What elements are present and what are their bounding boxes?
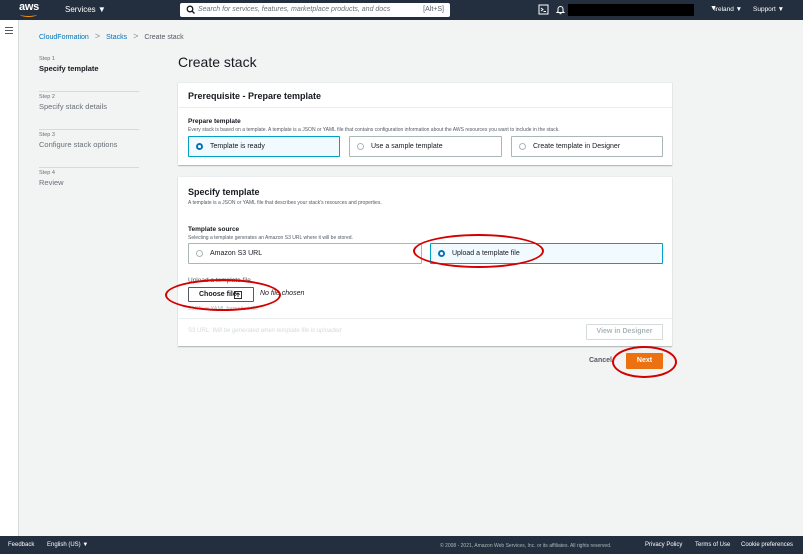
specify-template-description: A template is a JSON or YAML file that d… bbox=[188, 200, 382, 206]
breadcrumb-stacks[interactable]: Stacks bbox=[106, 34, 127, 41]
option-label: Template is ready bbox=[210, 143, 265, 150]
step-number: Step 4 bbox=[39, 170, 55, 176]
search-bar[interactable]: Search for services, features, marketpla… bbox=[180, 3, 450, 17]
breadcrumb-current: Create stack bbox=[144, 34, 184, 41]
step-number: Step 1 bbox=[39, 56, 55, 62]
step-name: Specify template bbox=[39, 64, 99, 73]
prepare-template-description: Every stack is based on a template. A te… bbox=[188, 127, 560, 133]
step-number: Step 3 bbox=[39, 132, 55, 138]
file-format-hint: JSON or YAML formatted file bbox=[188, 306, 259, 312]
step-3: Step 3 Configure stack options bbox=[39, 132, 139, 168]
cookie-preferences-link[interactable]: Cookie preferences bbox=[741, 542, 793, 548]
privacy-policy-link[interactable]: Privacy Policy bbox=[645, 542, 682, 548]
cancel-button[interactable]: Cancel bbox=[589, 357, 612, 364]
step-name: Configure stack options bbox=[39, 140, 118, 149]
option-label: Create template in Designer bbox=[533, 143, 621, 150]
aws-logo[interactable]: aws bbox=[18, 1, 40, 17]
side-navigation bbox=[0, 20, 19, 536]
option-label: Amazon S3 URL bbox=[210, 250, 263, 257]
support-menu[interactable]: Support ▼ bbox=[753, 6, 784, 13]
option-amazon-s3-url[interactable]: Amazon S3 URL bbox=[188, 243, 422, 264]
footer: Feedback English (US) ▼ © 2008 - 2021, A… bbox=[0, 536, 803, 554]
option-label: Use a sample template bbox=[371, 143, 443, 150]
radio-icon bbox=[196, 250, 203, 257]
aws-smile-icon bbox=[20, 12, 37, 17]
upload-icon bbox=[234, 291, 242, 299]
step-4: Step 4 Review bbox=[39, 170, 139, 206]
search-placeholder: Search for services, features, marketpla… bbox=[198, 6, 391, 13]
account-menu-redacted[interactable] bbox=[568, 4, 694, 16]
bell-icon[interactable] bbox=[555, 4, 566, 15]
language-selector[interactable]: English (US) ▼ bbox=[47, 542, 88, 548]
template-source-description: Selecting a template generates an Amazon… bbox=[188, 235, 353, 241]
radio-selected-icon bbox=[196, 143, 203, 150]
specify-template-header: Specify template bbox=[188, 187, 260, 197]
hamburger-menu-icon[interactable] bbox=[5, 27, 13, 34]
terms-of-use-link[interactable]: Terms of Use bbox=[695, 542, 730, 548]
radio-icon bbox=[519, 143, 526, 150]
cloudshell-icon[interactable] bbox=[538, 4, 549, 15]
prerequisite-header: Prerequisite - Prepare template bbox=[178, 83, 672, 108]
prepare-template-label: Prepare template bbox=[188, 118, 241, 125]
template-source-label: Template source bbox=[188, 226, 240, 233]
view-in-designer-button: View in Designer bbox=[586, 324, 663, 340]
s3-url-readout: S3 URL: Will be generated when template … bbox=[188, 328, 341, 334]
option-label: Upload a template file bbox=[452, 250, 520, 257]
choose-file-button[interactable]: Choose file bbox=[188, 287, 254, 302]
top-navigation: aws Services ▼ Search for services, feat… bbox=[0, 0, 803, 20]
breadcrumb-separator-icon: > bbox=[94, 31, 101, 41]
copyright-text: © 2008 - 2021, Amazon Web Services, Inc.… bbox=[440, 543, 612, 549]
option-sample-template[interactable]: Use a sample template bbox=[349, 136, 502, 157]
s3-url-value: Will be generated when template file is … bbox=[212, 328, 342, 334]
region-selector[interactable]: Ireland ▼ bbox=[714, 6, 742, 13]
step-1: Step 1 Specify template bbox=[39, 56, 139, 92]
next-button[interactable]: Next bbox=[626, 353, 663, 369]
search-icon bbox=[186, 5, 195, 14]
breadcrumb-separator-icon: > bbox=[133, 31, 139, 41]
feedback-link[interactable]: Feedback bbox=[8, 542, 34, 548]
upload-file-label: Upload a template file bbox=[188, 277, 251, 284]
search-shortcut: [Alt+S] bbox=[423, 6, 444, 13]
option-designer-template[interactable]: Create template in Designer bbox=[511, 136, 663, 157]
s3-url-label: S3 URL: bbox=[188, 328, 211, 334]
option-template-ready[interactable]: Template is ready bbox=[188, 136, 340, 157]
radio-icon bbox=[357, 143, 364, 150]
step-number: Step 2 bbox=[39, 94, 55, 100]
wizard-steps: Step 1 Specify template Step 2 Specify s… bbox=[39, 56, 139, 208]
step-2: Step 2 Specify stack details bbox=[39, 94, 139, 130]
no-file-chosen-text: No file chosen bbox=[260, 290, 305, 297]
radio-selected-icon bbox=[438, 250, 445, 257]
page-title: Create stack bbox=[178, 54, 257, 70]
divider bbox=[178, 318, 672, 319]
option-upload-template[interactable]: Upload a template file bbox=[430, 243, 663, 264]
breadcrumb: CloudFormation > Stacks > Create stack bbox=[39, 31, 184, 42]
breadcrumb-cloudformation[interactable]: CloudFormation bbox=[39, 34, 89, 41]
step-name: Review bbox=[39, 178, 64, 187]
choose-file-label: Choose file bbox=[199, 291, 237, 298]
services-menu[interactable]: Services ▼ bbox=[65, 5, 106, 14]
step-name: Specify stack details bbox=[39, 102, 107, 111]
